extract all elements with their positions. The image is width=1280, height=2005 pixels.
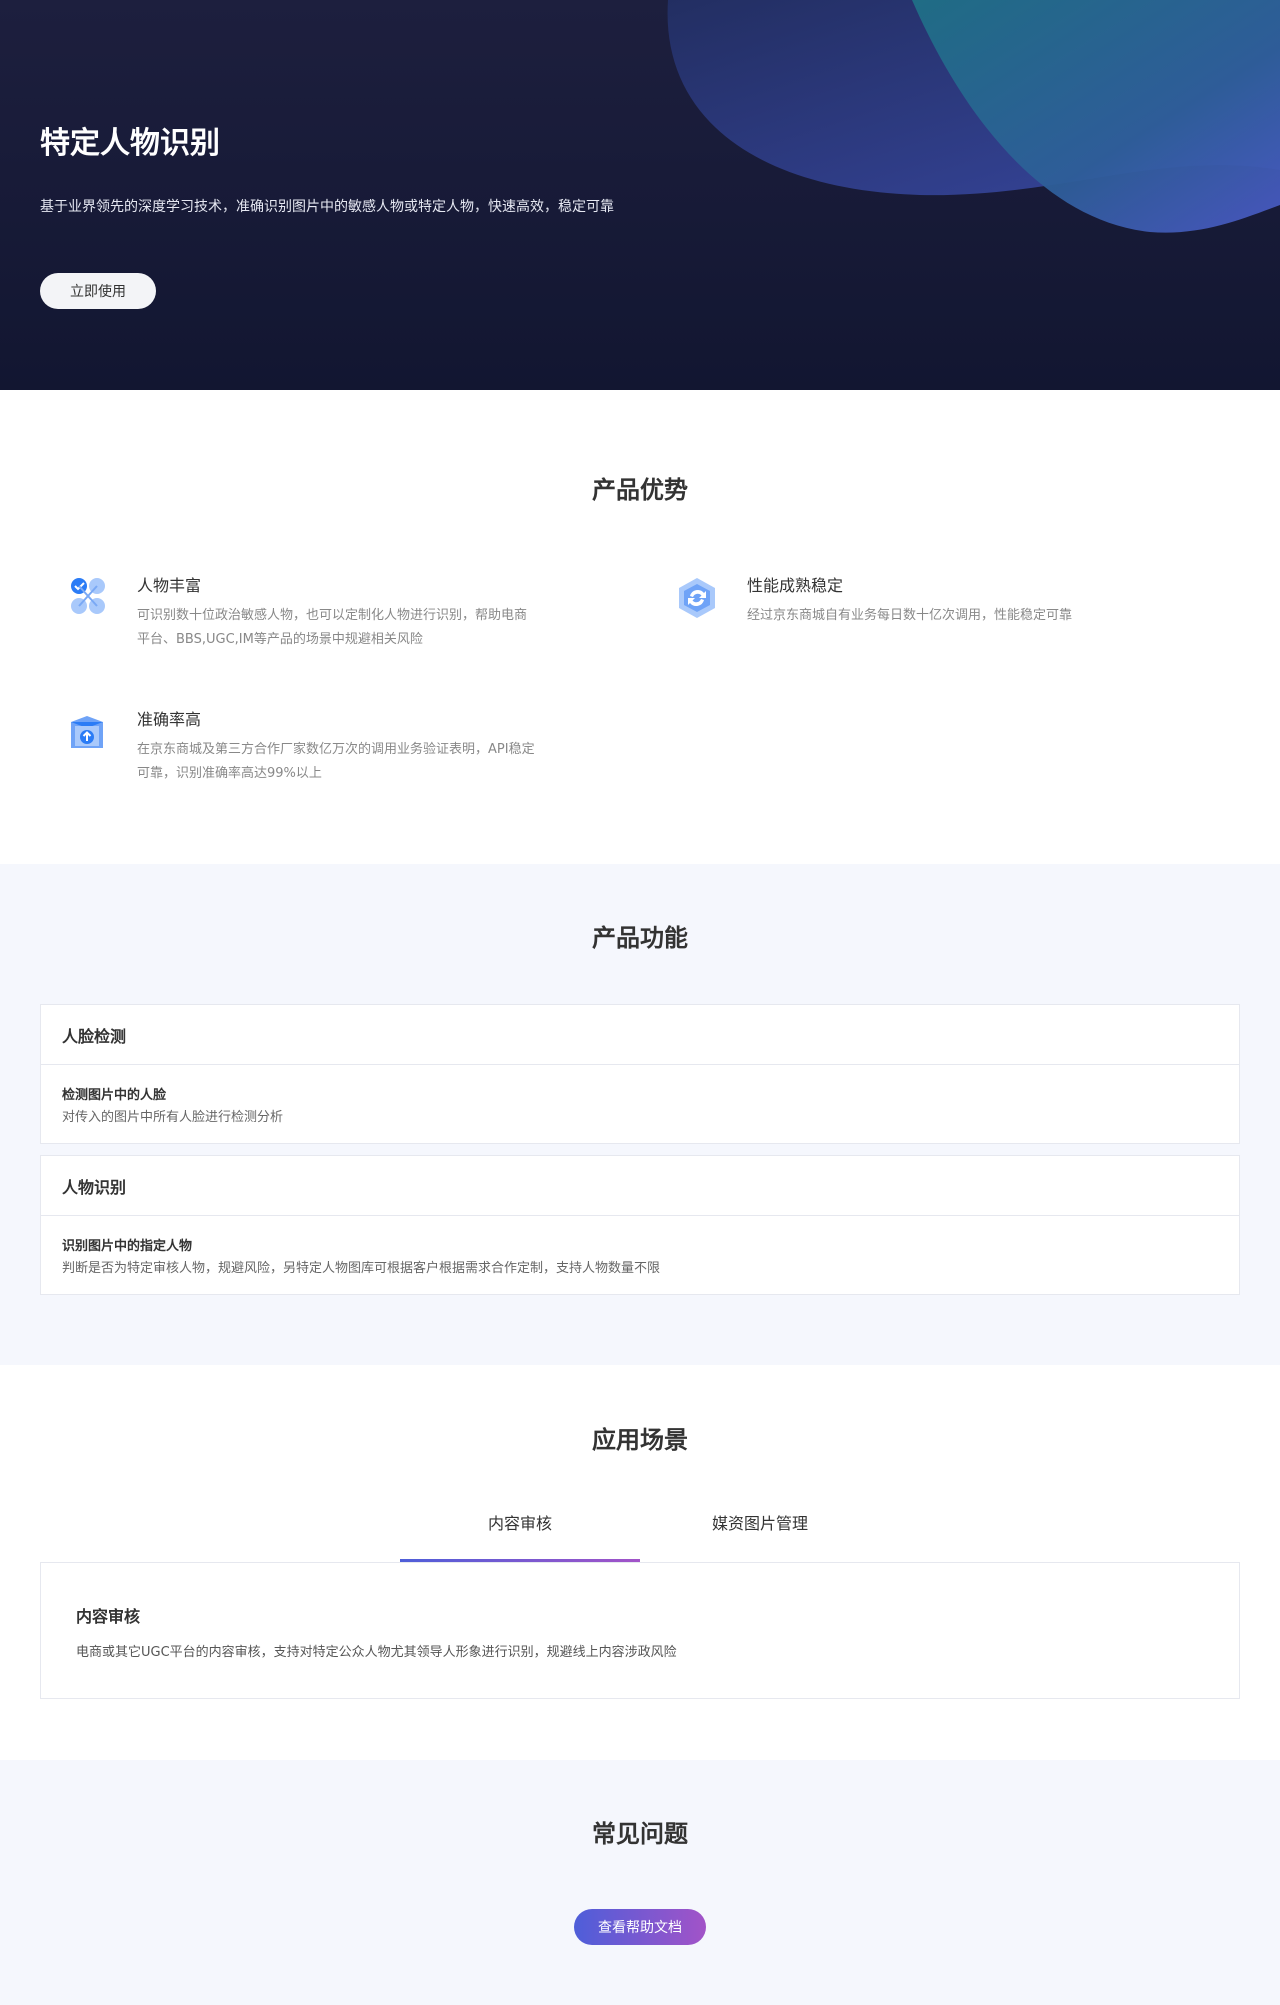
scenarios-title: 应用场景 [592,1426,688,1454]
feature-desc: 判断是否为特定审核人物，规避风险，另特定人物图库可根据客户根据需求合作定制，支持… [62,1261,661,1276]
advantage-item-stable-performance: 性能成熟稳定 经过京东商城自有业务每日数十亿次调用，性能稳定可靠 [677,572,1147,652]
scenario-title: 内容审核 [76,1607,141,1626]
nodes-check-icon [71,578,105,614]
feature-desc: 对传入的图片中所有人脸进行检测分析 [62,1110,284,1125]
feature-title: 人脸检测 [41,1005,1239,1065]
advantage-desc: 可识别数十位政治敏感人物，也可以定制化人物进行识别，帮助电商平台、BBS,UGC… [137,608,528,647]
features-title: 产品功能 [592,924,688,952]
advantage-desc: 在京东商城及第三方合作厂家数亿万次的调用业务验证表明，API稳定可靠，识别准确率… [137,742,535,781]
feature-title: 人物识别 [41,1156,1239,1216]
advantages-title: 产品优势 [592,476,688,504]
refresh-hexagon-icon [679,578,715,618]
advantage-title: 准确率高 [137,710,202,729]
feature-subtitle: 识别图片中的指定人物 [62,1239,193,1254]
view-help-docs-button[interactable]: 查看帮助文档 [574,1909,706,1945]
use-now-button[interactable]: 立即使用 [40,273,156,309]
hero-banner: 特定人物识别 基于业界领先的深度学习技术，准确识别图片中的敏感人物或特定人物，快… [0,0,1280,390]
advantage-item-rich-persons: 人物丰富 可识别数十位政治敏感人物，也可以定制化人物进行识别，帮助电商平台、BB… [67,572,537,652]
faq-title: 常见问题 [592,1820,688,1848]
hero-decoration [667,0,1280,233]
tab-content-review[interactable]: 内容审核 [400,1510,640,1560]
advantage-desc: 经过京东商城自有业务每日数十亿次调用，性能稳定可靠 [747,608,1073,623]
scenario-desc: 电商或其它UGC平台的内容审核，支持对特定公众人物尤其领导人形象进行识别，规避线… [76,1645,677,1660]
feature-card-person-recognition: 人物识别 识别图片中的指定人物 判断是否为特定审核人物，规避风险，另特定人物图库… [40,1155,1240,1295]
upload-box-icon [71,716,103,748]
feature-card-face-detection: 人脸检测 检测图片中的人脸 对传入的图片中所有人脸进行检测分析 [40,1004,1240,1144]
page-title: 特定人物识别 [40,126,220,161]
feature-subtitle: 检测图片中的人脸 [62,1088,167,1103]
advantage-title: 人物丰富 [137,576,202,595]
advantage-item-high-accuracy: 准确率高 在京东商城及第三方合作厂家数亿万次的调用业务验证表明，API稳定可靠，… [67,706,537,786]
tab-media-image-management[interactable]: 媒资图片管理 [640,1510,880,1560]
faq-section [0,1760,1280,2005]
hero-description: 基于业界领先的深度学习技术，准确识别图片中的敏感人物或特定人物，快速高效，稳定可… [40,199,614,215]
advantage-title: 性能成熟稳定 [747,576,844,595]
scenario-panel: 内容审核 电商或其它UGC平台的内容审核，支持对特定公众人物尤其领导人形象进行识… [40,1562,1240,1699]
